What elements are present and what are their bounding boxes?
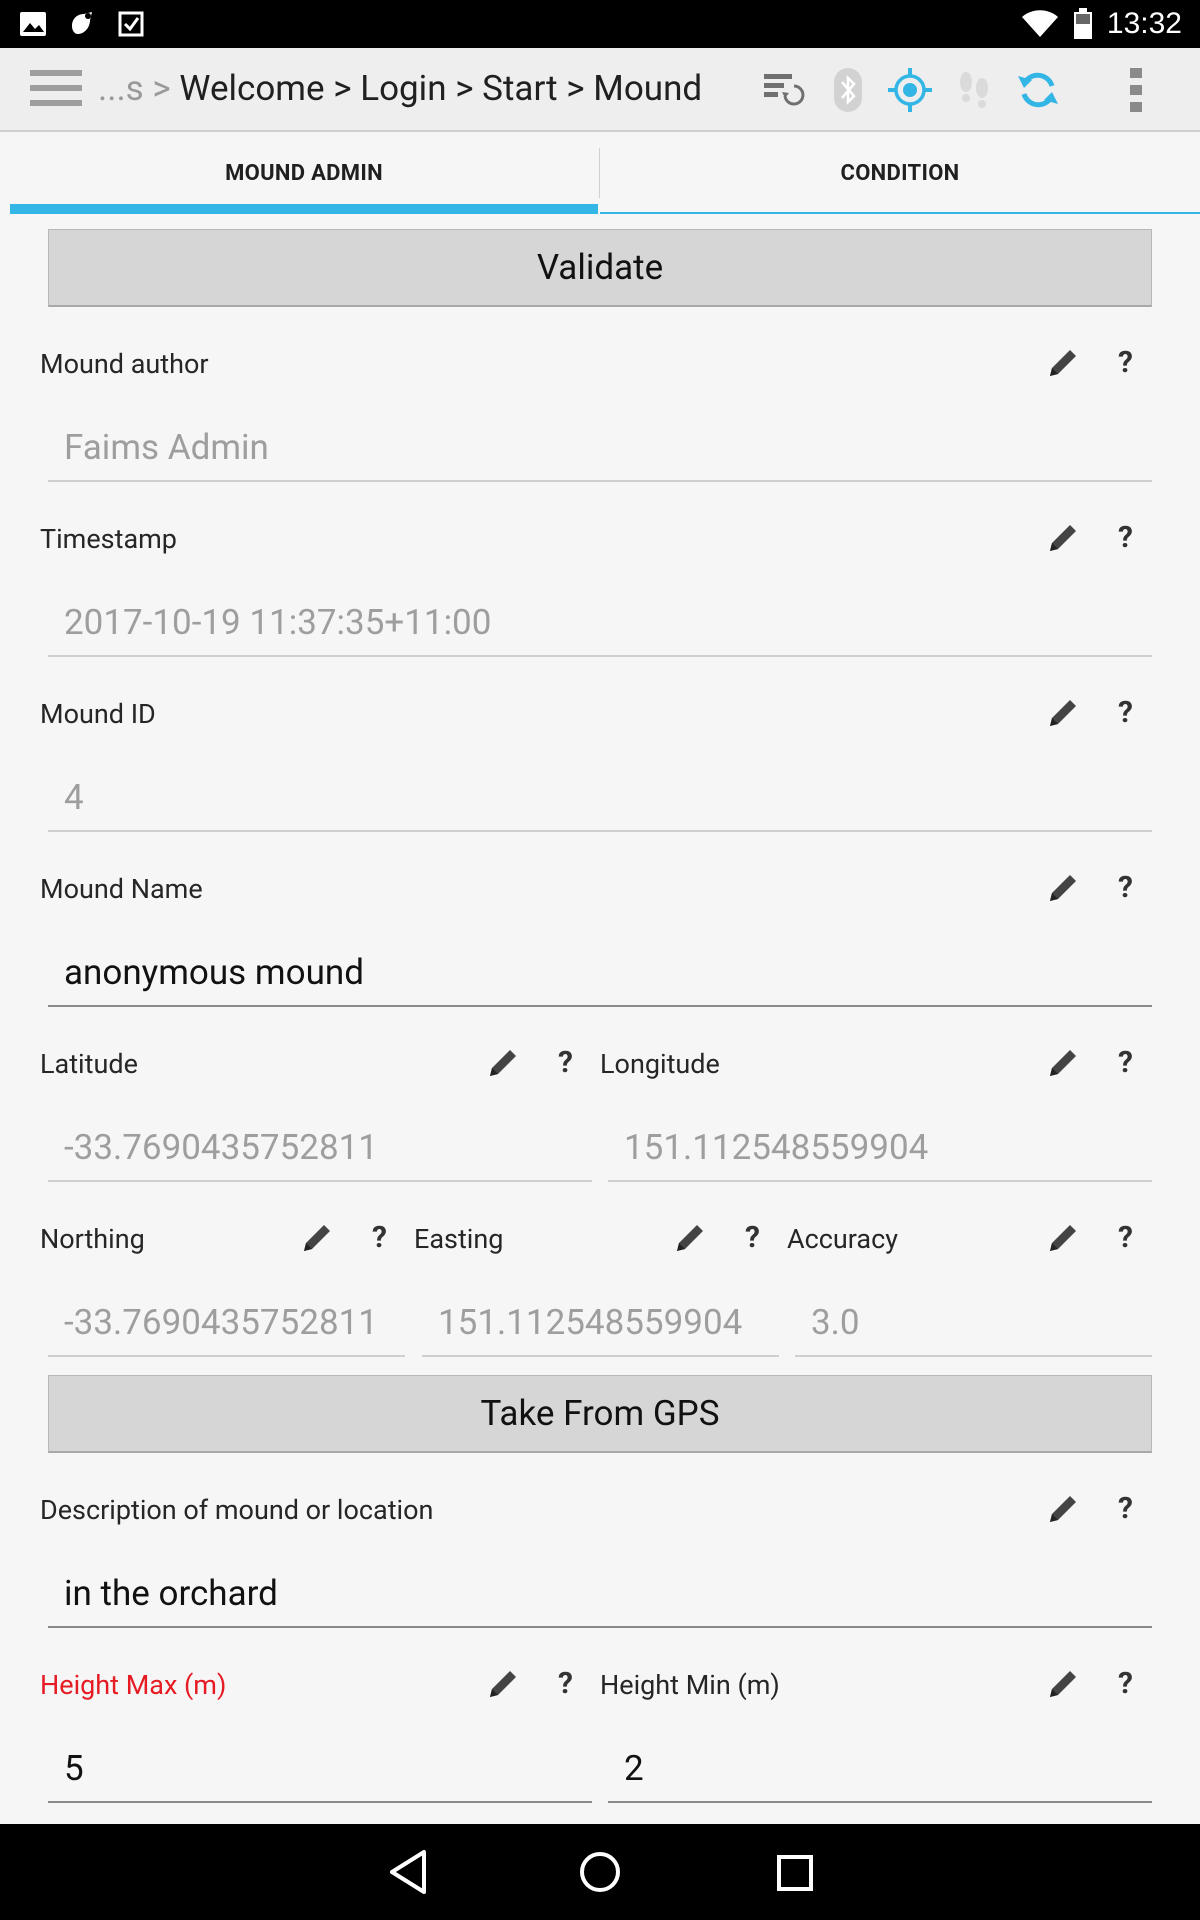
breadcrumb-path[interactable]: Welcome > Login > Start > Mound [179, 68, 702, 109]
accuracy-field[interactable]: 3.0 [795, 1297, 1152, 1357]
help-icon[interactable]: ? [1118, 1220, 1133, 1255]
pencil-icon[interactable] [1046, 521, 1080, 555]
longitude-field[interactable]: 151.112548559904 [608, 1122, 1152, 1182]
tab-bar: MOUND ADMIN CONDITION [10, 148, 1200, 214]
easting-label: Easting [414, 1223, 504, 1255]
accuracy-label: Accuracy [787, 1223, 898, 1255]
mound-name-label: Mound Name [40, 873, 203, 905]
app-notification-icon [72, 12, 92, 34]
action-bar: ...s > Welcome > Login > Start > Mound [0, 48, 1200, 132]
take-from-gps-button[interactable]: Take From GPS [48, 1375, 1152, 1453]
height-max-field[interactable]: 5 [48, 1743, 592, 1803]
latitude-label: Latitude [40, 1048, 138, 1080]
description-label: Description of mound or location [40, 1494, 434, 1526]
wifi-icon [1021, 10, 1058, 37]
navigation-bar [0, 1824, 1200, 1920]
help-icon[interactable]: ? [1118, 870, 1133, 905]
pencil-icon[interactable] [1046, 346, 1080, 380]
tracking-icon[interactable] [950, 66, 998, 114]
tab-mound-admin-label: MOUND ADMIN [225, 161, 383, 186]
recents-icon[interactable] [770, 1848, 820, 1898]
validate-button[interactable]: Validate [48, 229, 1152, 307]
gps-icon[interactable] [886, 66, 934, 114]
pencil-icon[interactable] [300, 1221, 334, 1255]
pencil-icon[interactable] [1046, 1221, 1080, 1255]
tab-mound-admin[interactable]: MOUND ADMIN [10, 148, 598, 214]
pencil-icon[interactable] [486, 1046, 520, 1080]
pencil-icon[interactable] [1046, 1492, 1080, 1526]
mound-id-field[interactable]: 4 [48, 772, 1152, 832]
help-icon[interactable]: ? [1118, 1045, 1133, 1080]
mound-id-label: Mound ID [40, 698, 156, 730]
help-icon[interactable]: ? [745, 1220, 760, 1255]
height-max-label: Height Max (m) [40, 1669, 227, 1701]
tab-underline [600, 212, 1200, 214]
height-min-label: Height Min (m) [600, 1669, 780, 1701]
longitude-label: Longitude [600, 1048, 720, 1080]
height-min-field[interactable]: 2 [608, 1743, 1152, 1803]
pencil-icon[interactable] [1046, 696, 1080, 730]
tab-condition[interactable]: CONDITION [600, 148, 1200, 214]
active-tab-indicator [10, 204, 598, 214]
status-bar: 13:32 [0, 0, 1200, 48]
clock: 13:32 [1106, 7, 1182, 40]
help-icon[interactable]: ? [1118, 1491, 1133, 1526]
help-icon[interactable]: ? [558, 1045, 573, 1080]
tab-condition-label: CONDITION [840, 161, 960, 186]
pencil-icon[interactable] [486, 1667, 520, 1701]
latitude-field[interactable]: -33.7690435752811 [48, 1122, 592, 1182]
northing-label: Northing [40, 1223, 145, 1255]
bluetooth-icon[interactable] [824, 66, 872, 114]
mound-author-field[interactable]: Faims Admin [48, 422, 1152, 482]
help-icon[interactable]: ? [1118, 345, 1133, 380]
overflow-icon[interactable] [1112, 66, 1160, 114]
store-notification-icon [118, 11, 144, 37]
pencil-icon[interactable] [1046, 871, 1080, 905]
easting-field[interactable]: 151.112548559904 [422, 1297, 779, 1357]
breadcrumb-prefix[interactable]: ...s > [98, 68, 179, 109]
image-notification-icon [20, 12, 46, 36]
timestamp-field[interactable]: 2017-10-19 11:37:35+11:00 [48, 597, 1152, 657]
help-icon[interactable]: ? [558, 1666, 573, 1701]
sync-settings-icon[interactable] [760, 66, 808, 114]
mound-name-field[interactable]: anonymous mound [48, 947, 1152, 1007]
back-icon[interactable] [384, 1846, 436, 1898]
description-field[interactable]: in the orchard [48, 1568, 1152, 1628]
breadcrumb: ...s > Welcome > Login > Start > Mound [98, 68, 702, 109]
battery-icon [1073, 8, 1092, 39]
northing-field[interactable]: -33.7690435752811 [48, 1297, 405, 1357]
pencil-icon[interactable] [1046, 1046, 1080, 1080]
help-icon[interactable]: ? [1118, 695, 1133, 730]
help-icon[interactable]: ? [1118, 520, 1133, 555]
help-icon[interactable]: ? [372, 1220, 387, 1255]
pencil-icon[interactable] [1046, 1667, 1080, 1701]
help-icon[interactable]: ? [1118, 1666, 1133, 1701]
pencil-icon[interactable] [673, 1221, 707, 1255]
refresh-icon[interactable] [1014, 66, 1062, 114]
menu-icon[interactable] [30, 70, 82, 110]
home-icon[interactable] [574, 1846, 626, 1898]
timestamp-label: Timestamp [40, 523, 177, 555]
mound-author-label: Mound author [40, 348, 209, 380]
